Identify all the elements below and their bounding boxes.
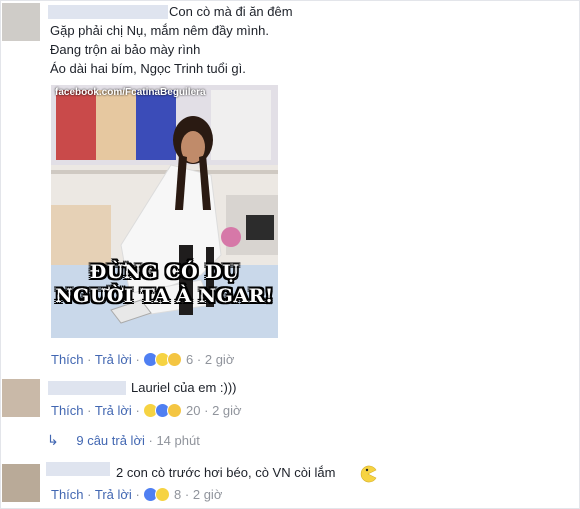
separator: · xyxy=(135,403,140,418)
wow-reaction-icon xyxy=(167,352,183,367)
comment-text-line: Đang trộn ai bảo mày rình xyxy=(50,42,201,57)
pacman-emoji-icon xyxy=(360,465,377,483)
view-replies[interactable]: ↳ 9 câu trả lời · 14 phút xyxy=(47,432,200,449)
comment-time[interactable]: 2 giờ xyxy=(193,487,223,502)
photo-caption-line2: NGƯỜI TA À NGAR! xyxy=(55,285,274,307)
reply-time: 14 phút xyxy=(156,433,200,448)
separator: · xyxy=(148,433,153,448)
reactions[interactable] xyxy=(143,352,183,371)
commenter-avatar[interactable] xyxy=(2,379,40,417)
comment-text-line: Áo dài hai bím, Ngọc Trinh tuổi gì. xyxy=(50,61,246,76)
separator: · xyxy=(135,352,140,367)
reply-link[interactable]: Trả lời xyxy=(95,487,132,502)
reactions[interactable] xyxy=(143,403,183,422)
like-link[interactable]: Thích xyxy=(51,352,84,367)
commenter-name[interactable] xyxy=(46,462,110,476)
commenter-name[interactable] xyxy=(48,5,168,19)
reaction-count[interactable]: 6 xyxy=(186,352,193,367)
comment-text-line: Con cò mà đi ăn đêm xyxy=(169,4,293,19)
separator: · xyxy=(204,403,209,418)
reaction-count[interactable]: 20 xyxy=(186,403,200,418)
comment-actions: Thích · Trả lời · 20 · 2 giờ xyxy=(51,403,242,422)
separator: · xyxy=(87,352,92,367)
comment-actions: Thích · Trả lời · 6 · 2 giờ xyxy=(51,352,234,371)
reply-link[interactable]: Trả lời xyxy=(95,352,132,367)
comment-time[interactable]: 2 giờ xyxy=(205,352,235,367)
commenter-avatar[interactable] xyxy=(2,3,40,41)
wow-reaction-icon xyxy=(167,403,183,418)
commenter-avatar[interactable] xyxy=(2,464,40,502)
separator: · xyxy=(87,487,92,502)
reply-link[interactable]: Trả lời xyxy=(95,403,132,418)
view-replies-link[interactable]: 9 câu trả lời xyxy=(76,433,145,448)
like-link[interactable]: Thích xyxy=(51,403,84,418)
comment-text: Lauriel của em :))) xyxy=(131,380,237,395)
haha-reaction-icon xyxy=(155,487,171,502)
reply-arrow-icon: ↳ xyxy=(47,432,59,448)
commenter-name[interactable] xyxy=(48,381,126,395)
comment-time[interactable]: 2 giờ xyxy=(212,403,242,418)
like-link[interactable]: Thích xyxy=(51,487,84,502)
reaction-count[interactable]: 8 xyxy=(174,487,181,502)
photo-watermark: facebook.com/FcatinaBeguilera xyxy=(55,87,206,98)
comment-text: 2 con cò trước hơi béo, cò VN còi lắm xyxy=(116,465,336,480)
comment-photo[interactable]: facebook.com/FcatinaBeguilera ĐỪNG CÓ DỤ… xyxy=(51,85,278,338)
separator: · xyxy=(196,352,202,367)
separator: · xyxy=(184,487,190,502)
separator: · xyxy=(135,487,140,502)
separator: · xyxy=(87,403,92,418)
photo-caption-line1: ĐỪNG CÓ DỤ xyxy=(89,261,240,283)
reactions[interactable] xyxy=(143,487,171,506)
comment-text-line: Gặp phải chị Nụ, mắm nêm đầy mình. xyxy=(50,23,269,38)
comment-actions: Thích · Trả lời · 8 · 2 giờ xyxy=(51,487,222,506)
